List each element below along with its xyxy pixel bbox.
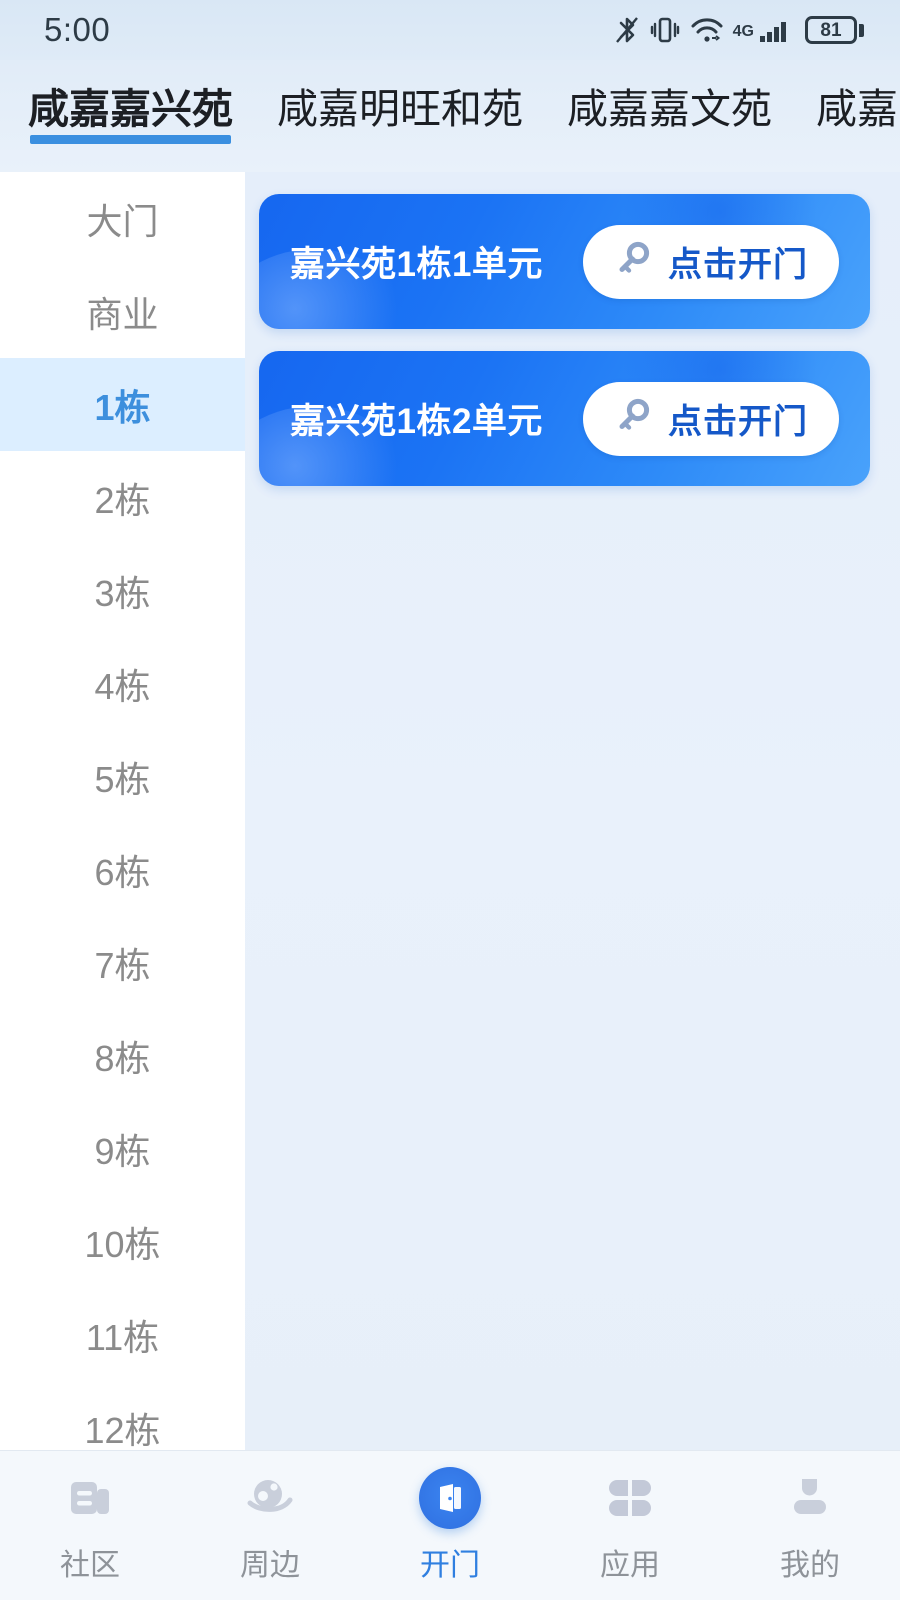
sidebar-item-building-10[interactable]: 10栋 xyxy=(0,1195,245,1288)
sidebar-item-building-8[interactable]: 8栋 xyxy=(0,1009,245,1102)
nav-item-apps[interactable]: 应用 xyxy=(555,1467,705,1584)
vibrate-icon xyxy=(649,15,681,45)
nav-label-open-door: 开门 xyxy=(420,1549,480,1582)
network-4g-icon: 4G xyxy=(732,23,754,40)
building-sidebar[interactable]: 大门 商业 1栋 2栋 3栋 4栋 5栋 6栋 7栋 8栋 9栋 10栋 11栋… xyxy=(0,172,245,1450)
door-card[interactable]: 嘉兴苑1栋1单元 点击开门 xyxy=(259,194,870,329)
community-icon xyxy=(59,1467,121,1529)
open-door-button[interactable]: 点击开门 xyxy=(583,224,839,299)
nav-item-community[interactable]: 社区 xyxy=(15,1467,165,1584)
battery-percent: 81 xyxy=(820,19,842,41)
planet-icon xyxy=(239,1467,301,1529)
door-name: 嘉兴苑1栋1单元 xyxy=(290,245,543,284)
sidebar-item-building-2[interactable]: 2栋 xyxy=(0,451,245,544)
sidebar-item-building-3[interactable]: 3栋 xyxy=(0,544,245,637)
status-time: 5:00 xyxy=(44,11,111,48)
sidebar-item-building-6[interactable]: 6栋 xyxy=(0,823,245,916)
nav-label-nearby: 周边 xyxy=(240,1549,300,1582)
tab-community-1[interactable]: 咸嘉明旺和苑 xyxy=(277,88,523,144)
sidebar-item-shangye[interactable]: 商业 xyxy=(0,265,245,358)
tab-community-0[interactable]: 咸嘉嘉兴苑 xyxy=(28,88,233,144)
sidebar-item-building-4[interactable]: 4栋 xyxy=(0,637,245,730)
wifi-icon xyxy=(690,15,724,45)
sidebar-item-building-7[interactable]: 7栋 xyxy=(0,916,245,1009)
sidebar-item-building-5[interactable]: 5栋 xyxy=(0,730,245,823)
sidebar-item-building-11[interactable]: 11栋 xyxy=(0,1288,245,1381)
door-name: 嘉兴苑1栋2单元 xyxy=(290,402,543,441)
main-body: 大门 商业 1栋 2栋 3栋 4栋 5栋 6栋 7栋 8栋 9栋 10栋 11栋… xyxy=(0,172,900,1450)
status-bar: 5:00 4G 81 xyxy=(0,0,900,60)
nav-label-community: 社区 xyxy=(60,1549,120,1582)
open-door-label: 点击开门 xyxy=(668,403,808,441)
door-list: 嘉兴苑1栋1单元 点击开门 嘉兴苑1栋2单元 点击开门 xyxy=(245,172,900,1450)
door-card[interactable]: 嘉兴苑1栋2单元 点击开门 xyxy=(259,351,870,486)
open-door-button[interactable]: 点击开门 xyxy=(583,381,839,456)
key-icon xyxy=(614,396,654,441)
profile-icon xyxy=(779,1467,841,1529)
sidebar-item-building-12[interactable]: 12栋 xyxy=(0,1381,245,1451)
battery-tip xyxy=(859,23,864,37)
tab-community-2[interactable]: 咸嘉嘉文苑 xyxy=(567,88,772,144)
open-door-label: 点击开门 xyxy=(668,246,808,284)
signal-icon xyxy=(759,15,793,45)
apps-icon xyxy=(599,1467,661,1529)
nav-item-profile[interactable]: 我的 xyxy=(735,1467,885,1584)
sidebar-item-building-9[interactable]: 9栋 xyxy=(0,1102,245,1195)
sidebar-item-damen[interactable]: 大门 xyxy=(0,172,245,265)
battery-body: 81 xyxy=(805,16,857,44)
bluetooth-icon xyxy=(614,15,640,45)
tab-community-3[interactable]: 咸嘉 xyxy=(816,88,898,144)
status-icon-group: 4G 81 xyxy=(614,15,864,45)
key-icon xyxy=(614,239,654,284)
sidebar-item-building-1[interactable]: 1栋 xyxy=(0,358,245,451)
battery-icon: 81 xyxy=(805,16,864,44)
nav-label-profile: 我的 xyxy=(780,1549,840,1582)
nav-label-apps: 应用 xyxy=(600,1549,660,1582)
nav-item-nearby[interactable]: 周边 xyxy=(195,1467,345,1584)
bottom-navigation[interactable]: 社区 周边 开门 应用 我的 xyxy=(0,1450,900,1600)
door-icon xyxy=(419,1467,481,1529)
app-screen: 5:00 4G 81 咸嘉嘉兴苑 咸嘉明旺和苑 咸嘉嘉文苑 咸嘉 大门 商业 1… xyxy=(0,0,900,1600)
community-tab-bar[interactable]: 咸嘉嘉兴苑 咸嘉明旺和苑 咸嘉嘉文苑 咸嘉 xyxy=(0,60,900,172)
nav-item-open-door[interactable]: 开门 xyxy=(375,1467,525,1584)
